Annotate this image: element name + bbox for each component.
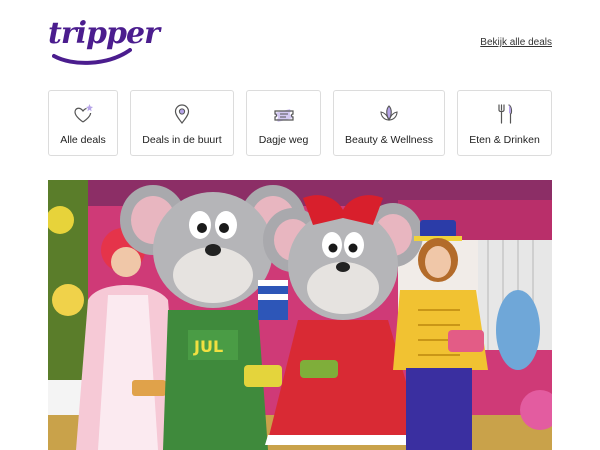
hero-image[interactable]: JUL: [48, 180, 552, 450]
lotus-icon: [380, 105, 398, 122]
category-label: Dagje weg: [258, 134, 309, 146]
heart-star-icon: [74, 104, 93, 123]
view-all-deals-link[interactable]: Bekijk alle deals: [480, 37, 552, 48]
category-label: Alle deals: [60, 134, 106, 146]
map-pin-icon: [174, 104, 190, 124]
category-label: Beauty & Wellness: [345, 134, 433, 146]
category-nearby-deals[interactable]: Deals in de buurt: [130, 90, 234, 156]
apron-text: JUL: [193, 337, 223, 356]
logo-swoosh-icon: [52, 48, 132, 65]
ticket-icon: [273, 109, 294, 122]
tripper-logo[interactable]: tripper: [48, 14, 160, 65]
category-day-out[interactable]: Dagje weg: [246, 90, 321, 156]
category-label: Eten & Drinken: [469, 134, 540, 146]
category-label: Deals in de buurt: [142, 134, 222, 146]
category-nav: Alle deals Deals in de buurt Dagje weg B…: [48, 90, 552, 158]
hero-illustration: JUL: [48, 180, 552, 450]
category-beauty-wellness[interactable]: Beauty & Wellness: [333, 90, 445, 156]
category-food-drinks[interactable]: Eten & Drinken: [457, 90, 552, 156]
fork-knife-icon: [497, 104, 512, 124]
category-all-deals[interactable]: Alle deals: [48, 90, 118, 156]
